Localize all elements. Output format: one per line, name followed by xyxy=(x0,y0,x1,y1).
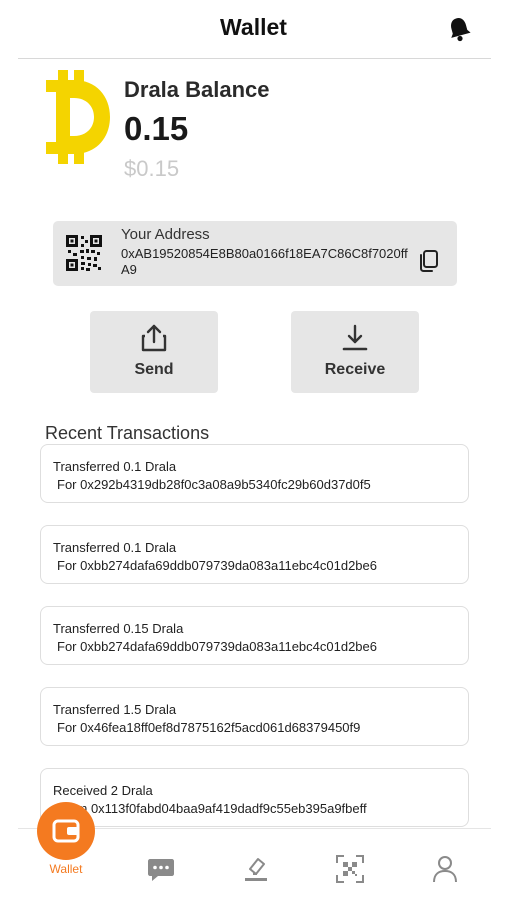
bell-icon[interactable] xyxy=(447,16,471,42)
balance-title: Drala Balance xyxy=(124,77,270,102)
transaction-detail: For 0xbb274dafa69ddb079739da083a11ebc4c0… xyxy=(57,639,377,654)
balance-fiat-value: $0.15 xyxy=(124,156,180,181)
transaction-item[interactable]: Transferred 0.15 Drala For 0xbb274dafa69… xyxy=(40,606,469,665)
download-icon xyxy=(340,323,370,353)
qr-code-icon[interactable] xyxy=(66,235,102,271)
transaction-item[interactable]: Transferred 0.1 Drala For 0x292b4319db28… xyxy=(40,444,469,503)
transaction-item[interactable]: Transferred 1.5 Drala For 0x46fea18ff0ef… xyxy=(40,687,469,746)
send-button[interactable]: Send xyxy=(90,311,218,393)
upload-icon xyxy=(139,323,169,353)
page-title: Wallet xyxy=(220,14,287,40)
profile-icon[interactable] xyxy=(430,854,460,884)
receive-button[interactable]: Receive xyxy=(291,311,419,393)
wallet-nav-button[interactable] xyxy=(37,802,95,860)
transaction-detail: For 0x46fea18ff0ef8d7875162f5acd061d6837… xyxy=(57,720,361,735)
drala-coin-icon xyxy=(44,70,112,164)
transaction-title: Received 2 Drala xyxy=(53,783,153,798)
scan-icon[interactable] xyxy=(335,854,365,884)
transaction-detail: For 0xbb274dafa69ddb079739da083a11ebc4c0… xyxy=(57,558,377,573)
send-label: Send xyxy=(134,361,174,378)
transaction-title: Transferred 0.15 Drala xyxy=(53,621,184,636)
transaction-title: Transferred 0.1 Drala xyxy=(53,540,177,555)
wallet-address: 0xAB19520854E8B80a0166f18EA7C86C8f7020ff… xyxy=(121,246,408,277)
transaction-detail: From 0x113f0fabd04baa9af419dadf9c55eb395… xyxy=(57,801,367,816)
copy-icon[interactable] xyxy=(416,249,440,273)
address-label: Your Address xyxy=(121,226,210,243)
transaction-detail: For 0x292b4319db28f0c3a08a9b5340fc29b60d… xyxy=(57,477,371,492)
transaction-title: Transferred 0.1 Drala xyxy=(53,459,177,474)
address-card: Your Address 0xAB19520854E8B80a0166f18EA… xyxy=(53,221,457,286)
transaction-list[interactable]: Transferred 0.1 Drala For 0x292b4319db28… xyxy=(40,444,470,828)
wallet-icon xyxy=(52,819,80,843)
receive-label: Receive xyxy=(324,361,386,378)
balance-amount: 0.15 xyxy=(124,110,189,147)
top-bar: Wallet xyxy=(0,0,507,58)
transaction-item[interactable]: Received 2 Drala From 0x113f0fabd04baa9a… xyxy=(40,768,469,827)
wallet-nav-label[interactable]: Wallet xyxy=(36,862,96,876)
header-divider xyxy=(18,58,491,59)
recent-transactions-heading: Recent Transactions xyxy=(45,423,210,443)
chat-icon[interactable] xyxy=(146,854,176,884)
swap-icon[interactable] xyxy=(241,854,271,884)
transaction-title: Transferred 1.5 Drala xyxy=(53,702,177,717)
transaction-item[interactable]: Transferred 0.1 Drala For 0xbb274dafa69d… xyxy=(40,525,469,584)
